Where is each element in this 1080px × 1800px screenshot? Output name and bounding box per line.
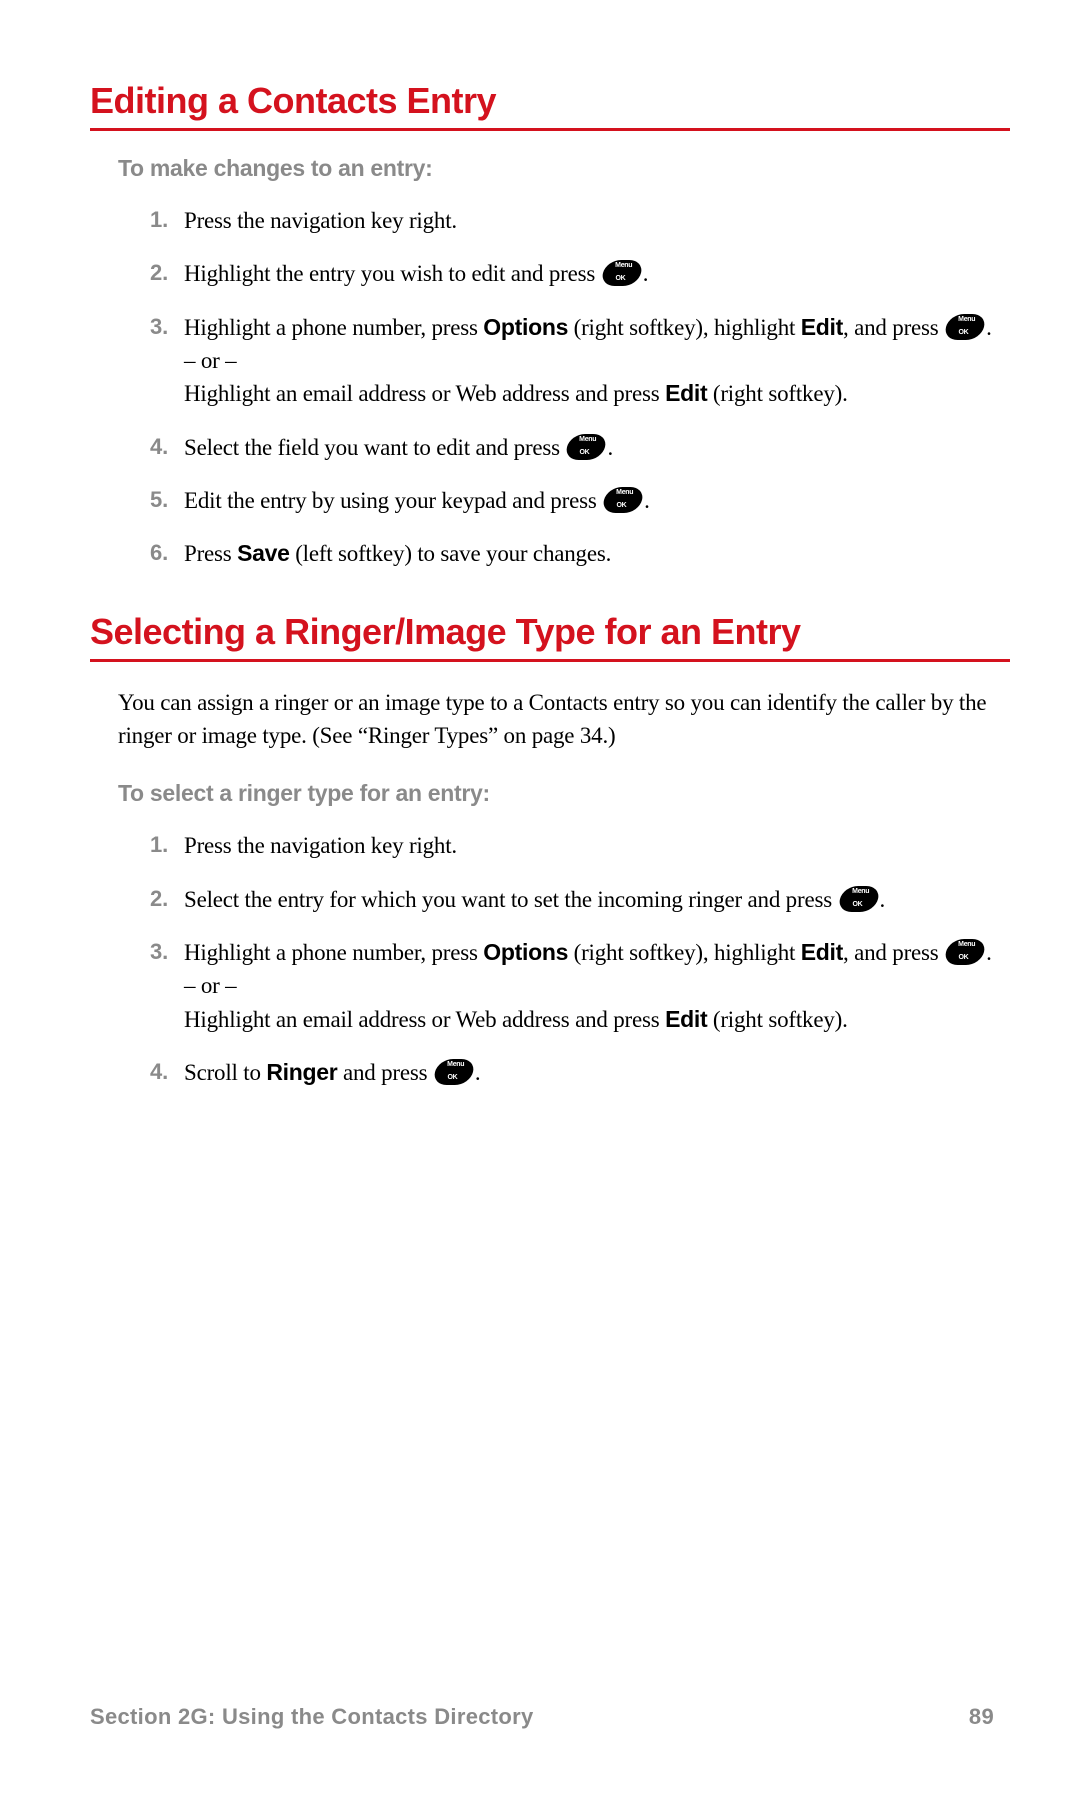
menu-ok-icon (943, 939, 987, 965)
menu-ok-icon (432, 1059, 476, 1085)
step-text: Select the field you want to edit and pr… (184, 435, 565, 460)
step-text: (right softkey). (707, 1007, 847, 1032)
list-item: 4. Scroll to Ringer and press . (138, 1056, 1010, 1089)
step-text: . (880, 887, 886, 912)
heading-edit-contacts: Editing a Contacts Entry (90, 80, 1010, 131)
step-text: , and press (843, 940, 944, 965)
page-footer: Section 2G: Using the Contacts Directory… (90, 1704, 994, 1730)
step-text: . (986, 315, 992, 340)
subheading-edit: To make changes to an entry: (118, 155, 1010, 182)
step-text: Scroll to (184, 1060, 266, 1085)
step-body: Press Save (left softkey) to save your c… (184, 537, 1010, 570)
step-body: Highlight a phone number, press Options … (184, 311, 1010, 411)
bold-label: Options (483, 314, 568, 340)
step-text: Press the navigation key right. (184, 208, 457, 233)
page-number: 89 (969, 1704, 994, 1730)
step-number: 4. (138, 1056, 184, 1088)
list-item: 4. Select the field you want to edit and… (138, 431, 1010, 464)
list-item: 1. Press the navigation key right. (138, 204, 1010, 237)
step-text: (right softkey), highlight (568, 940, 801, 965)
step-body: Select the entry for which you want to s… (184, 883, 1010, 916)
step-text: Highlight an email address or Web addres… (184, 381, 665, 406)
step-text: (left softkey) to save your changes. (290, 541, 612, 566)
step-text: Press (184, 541, 237, 566)
bold-label: Options (483, 939, 568, 965)
bold-label: Edit (665, 1006, 707, 1032)
bold-label: Ringer (266, 1059, 337, 1085)
step-text: Highlight the entry you wish to edit and… (184, 261, 601, 286)
list-item: 2. Select the entry for which you want t… (138, 883, 1010, 916)
step-text: (right softkey). (707, 381, 847, 406)
step-text: Select the entry for which you want to s… (184, 887, 838, 912)
bold-label: Save (237, 540, 290, 566)
step-number: 5. (138, 484, 184, 516)
step-number: 1. (138, 204, 184, 236)
step-text: and press (337, 1060, 433, 1085)
menu-ok-icon (601, 487, 645, 513)
step-body: Scroll to Ringer and press . (184, 1056, 1010, 1089)
step-text: . (607, 435, 613, 460)
step-text: . (643, 261, 649, 286)
step-body: Select the field you want to edit and pr… (184, 431, 1010, 464)
list-item: 3. Highlight a phone number, press Optio… (138, 936, 1010, 1036)
step-text: Highlight an email address or Web addres… (184, 1007, 665, 1032)
step-body: Highlight the entry you wish to edit and… (184, 257, 1010, 290)
or-separator: – or – (184, 344, 1010, 377)
heading-ringer-image: Selecting a Ringer/Image Type for an Ent… (90, 611, 1010, 662)
menu-ok-icon (599, 260, 643, 286)
step-body: Press the navigation key right. (184, 829, 1010, 862)
bold-label: Edit (665, 380, 707, 406)
step-text: , and press (843, 315, 944, 340)
step-body: Edit the entry by using your keypad and … (184, 484, 1010, 517)
or-separator: – or – (184, 969, 1010, 1002)
step-number: 2. (138, 883, 184, 915)
step-number: 4. (138, 431, 184, 463)
step-text: . (986, 940, 992, 965)
step-number: 6. (138, 537, 184, 569)
step-number: 3. (138, 936, 184, 968)
step-number: 2. (138, 257, 184, 289)
menu-ok-icon (564, 434, 608, 460)
bold-label: Edit (801, 314, 843, 340)
steps-ringer: 1. Press the navigation key right. 2. Se… (138, 829, 1010, 1089)
step-text: Edit the entry by using your keypad and … (184, 488, 602, 513)
list-item: 5. Edit the entry by using your keypad a… (138, 484, 1010, 517)
step-text: Highlight a phone number, press (184, 315, 483, 340)
bold-label: Edit (801, 939, 843, 965)
step-text: . (475, 1060, 481, 1085)
step-text: Press the navigation key right. (184, 833, 457, 858)
step-text: . (644, 488, 650, 513)
subheading-ringer: To select a ringer type for an entry: (118, 780, 1010, 807)
list-item: 1. Press the navigation key right. (138, 829, 1010, 862)
step-body: Press the navigation key right. (184, 204, 1010, 237)
step-text: Highlight a phone number, press (184, 940, 483, 965)
step-number: 3. (138, 311, 184, 343)
step-body: Highlight a phone number, press Options … (184, 936, 1010, 1036)
list-item: 6. Press Save (left softkey) to save you… (138, 537, 1010, 570)
list-item: 2. Highlight the entry you wish to edit … (138, 257, 1010, 290)
menu-ok-icon (836, 886, 880, 912)
list-item: 3. Highlight a phone number, press Optio… (138, 311, 1010, 411)
menu-ok-icon (943, 314, 987, 340)
step-number: 1. (138, 829, 184, 861)
intro-paragraph: You can assign a ringer or an image type… (118, 686, 1010, 753)
steps-edit: 1. Press the navigation key right. 2. Hi… (138, 204, 1010, 571)
footer-section-label: Section 2G: Using the Contacts Directory (90, 1704, 534, 1730)
step-text: (right softkey), highlight (568, 315, 801, 340)
